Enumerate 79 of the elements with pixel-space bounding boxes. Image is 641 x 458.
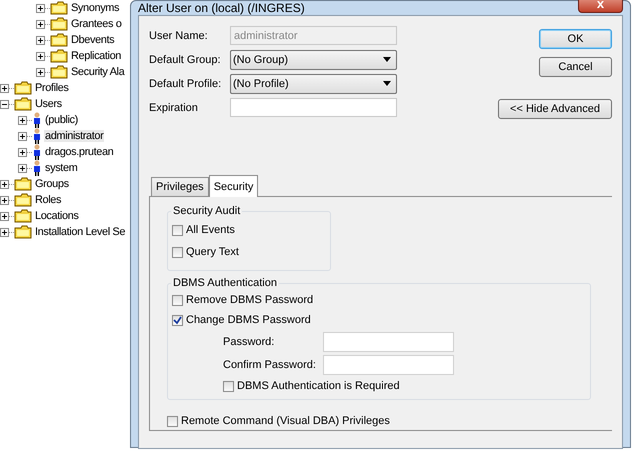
input-field[interactable] (323, 354, 454, 374)
folder-icon (14, 209, 32, 223)
tree-item[interactable]: Security Ala (70, 66, 126, 78)
folder-icon (14, 177, 32, 191)
dropdown[interactable]: (No Profile) (230, 74, 397, 94)
field-label: Confirm Password: (223, 358, 317, 370)
group-title: Security Audit (171, 205, 242, 217)
tree-item[interactable]: Groups (34, 178, 70, 190)
folder-icon (50, 49, 68, 63)
checkbox[interactable] (172, 294, 183, 306)
checkbox[interactable] (172, 314, 183, 326)
checkbox[interactable] (172, 224, 183, 236)
tree-item[interactable]: Locations (34, 210, 80, 222)
checkbox-label: Change DBMS Password (186, 314, 311, 326)
expand-icon[interactable] (0, 196, 9, 204)
folder-icon (50, 65, 68, 79)
tree-item[interactable]: Profiles (34, 82, 70, 94)
checkbox[interactable] (172, 246, 183, 258)
expand-icon[interactable] (18, 148, 27, 156)
tree-item[interactable]: Synonyms (70, 2, 120, 14)
folder-icon (14, 193, 32, 207)
collapse-icon[interactable] (0, 100, 9, 108)
expand-icon[interactable] (36, 52, 45, 60)
field-label: User Name: (149, 30, 209, 42)
expand-icon[interactable] (0, 212, 9, 220)
checkbox[interactable] (167, 416, 178, 426)
tab[interactable]: Privileges (151, 177, 209, 196)
tree-item[interactable]: Dbevents (70, 34, 116, 46)
tree-item[interactable]: system (44, 162, 78, 174)
dialog-button[interactable]: Cancel (539, 57, 612, 77)
checkbox-label: Remove DBMS Password (186, 294, 314, 306)
close-button[interactable]: x (578, 0, 623, 13)
hide-advanced-button[interactable]: << Hide Advanced (498, 99, 612, 119)
tree-item[interactable]: dragos.prutean (44, 146, 114, 158)
field-label: Default Profile: (149, 78, 222, 90)
person-icon (32, 128, 42, 144)
expand-icon[interactable] (36, 68, 45, 76)
expand-icon[interactable] (0, 228, 9, 236)
folder-icon (50, 1, 68, 15)
tree-item[interactable]: Grantees o (70, 18, 122, 30)
caret-icon (383, 57, 391, 62)
checkbox-label: DBMS Authentication is Required (237, 380, 400, 392)
folder-icon (14, 97, 32, 111)
expand-icon[interactable] (36, 36, 45, 44)
folder-icon (14, 225, 32, 239)
checkbox[interactable] (223, 380, 234, 392)
dropdown[interactable]: (No Group) (230, 50, 397, 70)
tree-item[interactable]: administrator (44, 130, 104, 142)
expand-icon[interactable] (36, 4, 45, 12)
input-field[interactable] (323, 332, 454, 352)
tree-item[interactable]: Installation Level Se (34, 226, 126, 238)
expand-icon[interactable] (0, 180, 9, 188)
window-title: Alter User on (local) (/INGRES) (138, 1, 305, 15)
expand-icon[interactable] (0, 84, 9, 92)
tree-item[interactable]: Users (34, 98, 63, 110)
field-label: Default Group: (149, 54, 222, 66)
caret-icon (383, 81, 391, 86)
expand-icon[interactable] (18, 116, 27, 124)
expand-icon[interactable] (18, 164, 27, 172)
checkbox-label: All Events (186, 224, 235, 236)
dialog-button[interactable]: OK (539, 29, 612, 49)
person-icon (32, 144, 42, 160)
field-label: Password: (223, 336, 276, 348)
field-label: Expiration (149, 102, 199, 114)
expand-icon[interactable] (36, 20, 45, 28)
checkbox-label: Query Text (186, 246, 239, 258)
folder-icon (14, 81, 32, 95)
person-icon (32, 160, 42, 176)
tab[interactable]: Security (208, 175, 258, 197)
tree-item[interactable]: Replication (70, 50, 122, 62)
folder-icon (50, 17, 68, 31)
checkbox-label: Remote Command (Visual DBA) Privileges (181, 415, 390, 427)
folder-icon (50, 33, 68, 47)
person-icon (32, 112, 42, 128)
tree-item[interactable]: Roles (34, 194, 62, 206)
input-field[interactable] (230, 98, 397, 117)
group-title: DBMS Authentication (171, 277, 279, 289)
tree-item[interactable]: (public) (44, 114, 79, 126)
expand-icon[interactable] (18, 132, 27, 140)
